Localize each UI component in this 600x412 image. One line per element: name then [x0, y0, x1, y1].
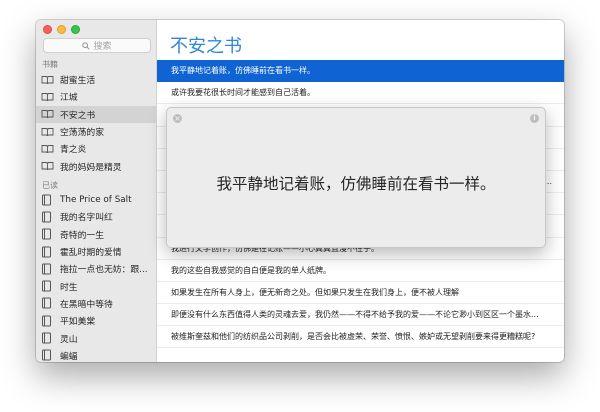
- popover-quote-text: 我平静地记着账，仿佛睡前在看书一样。: [216, 175, 496, 193]
- sidebar-item-books-2[interactable]: 不安之书: [36, 105, 157, 123]
- closed-book-icon: [41, 332, 54, 344]
- quote-row[interactable]: 我平静地记着账，仿佛睡前在看书一样。: [157, 60, 564, 83]
- closed-book-icon: [41, 211, 54, 223]
- sidebar-item-read-0[interactable]: The Price of Salt: [36, 191, 157, 208]
- closed-book-icon: [41, 246, 54, 258]
- sidebar-item-label: 平如美棠: [60, 317, 96, 328]
- sidebar-item-label: 蝙蝠: [60, 351, 78, 362]
- sidebar-item-label: The Price of Salt: [60, 194, 132, 205]
- book-icon: [41, 161, 54, 171]
- sidebar-item-read-1[interactable]: 我的名字叫红: [36, 208, 157, 225]
- sidebar-item-label: 青之炎: [60, 145, 87, 156]
- truncation-ellipsis: ...: [544, 177, 552, 187]
- quote-row[interactable]: 或许我要花很长时间才能感到自己活着。: [157, 82, 564, 105]
- section-title-read: 已读: [42, 181, 58, 190]
- sidebar-item-read-6[interactable]: 在黑暗中等待: [36, 295, 157, 312]
- quote-row[interactable]: 即便没有什么东西值得人类的灵魂去爱，我仍然——不得不给予我的爱——不论它渺小到区…: [157, 304, 564, 327]
- sidebar-item-label: 甜蜜生活: [60, 76, 96, 87]
- sidebar-item-read-4[interactable]: 拖拉一点也无妨：跟...: [36, 260, 157, 277]
- close-icon[interactable]: ×: [173, 114, 182, 123]
- book-icon: [41, 92, 54, 102]
- sidebar-item-label: 霍乱时期的爱情: [60, 248, 122, 259]
- sidebar-item-label: 奇特的一生: [60, 230, 104, 241]
- quote-popover: × i 我平静地记着账，仿佛睡前在看书一样。: [166, 107, 546, 248]
- sidebar-item-label: 我的妈妈是精灵: [60, 162, 122, 173]
- book-icon: [41, 144, 54, 154]
- page-title: 不安之书: [170, 36, 242, 57]
- closed-book-icon: [41, 228, 54, 240]
- closed-book-icon: [41, 194, 54, 206]
- sidebar-item-read-8[interactable]: 灵山: [36, 329, 157, 346]
- quote-row[interactable]: 如果发生在所有人身上，便无新奇之处。但如果只发生在我们身上，便不被人理解: [157, 282, 564, 305]
- sidebar-item-label: 不安之书: [60, 110, 96, 121]
- quote-text: 如果发生在所有人身上，便无新奇之处。但如果只发生在我们身上，便不被人理解: [171, 287, 459, 297]
- closed-book-icon: [41, 263, 54, 275]
- sidebar-item-label: 灵山: [60, 334, 78, 345]
- sidebar-item-read-7[interactable]: 平如美棠: [36, 312, 157, 329]
- sidebar-item-label: 拖拉一点也无妨：跟...: [60, 265, 148, 276]
- sidebar-item-books-3[interactable]: 空荡荡的家: [36, 123, 157, 140]
- sidebar-item-read-2[interactable]: 奇特的一生: [36, 226, 157, 243]
- sidebar-item-books-5[interactable]: 我的妈妈是精灵: [36, 157, 157, 174]
- zoom-window-button[interactable]: [71, 25, 80, 34]
- sidebar-item-read-5[interactable]: 时生: [36, 277, 157, 294]
- search-placeholder: 搜索: [93, 42, 112, 52]
- section-title-books: 书籍: [42, 60, 58, 69]
- book-icon: [41, 109, 54, 119]
- closed-book-icon: [41, 315, 54, 327]
- sidebar-item-label: 时生: [60, 282, 78, 293]
- book-icon: [41, 127, 54, 137]
- sidebar-item-books-1[interactable]: 江城: [36, 88, 157, 105]
- search-input[interactable]: 搜索: [43, 38, 151, 53]
- closed-book-icon: [41, 349, 54, 361]
- window-controls: [43, 25, 80, 34]
- info-icon[interactable]: i: [530, 114, 539, 123]
- sidebar-item-read-3[interactable]: 霍乱时期的爱情: [36, 243, 157, 260]
- sidebar-item-books-4[interactable]: 青之炎: [36, 140, 157, 157]
- sidebar-item-read-9[interactable]: 蝙蝠: [36, 347, 157, 362]
- quote-text: 或许我要花很长时间才能感到自己活着。: [171, 88, 315, 98]
- closed-book-icon: [41, 297, 54, 309]
- sidebar-item-label: 空荡荡的家: [60, 128, 104, 139]
- close-window-button[interactable]: [43, 25, 52, 34]
- minimize-window-button[interactable]: [57, 25, 66, 34]
- sidebar-item-label: 江城: [60, 93, 78, 104]
- quote-text: 我的这些自我感觉的自白便是我的单人纸牌。: [171, 265, 331, 275]
- quote-text: 被维斯奎兹和他们的纺织品公司剥削，是否会比被虚荣、荣誉、愤恨、嫉妒或无望剥削要来…: [171, 332, 536, 342]
- book-icon: [41, 75, 54, 85]
- closed-book-icon: [41, 280, 54, 292]
- read-list: The Price of Salt 我的名字叫红 奇特的一生霍乱时期的爱情拖拉一点也…: [36, 191, 157, 362]
- sidebar: 搜索 书籍 甜蜜生活江城不安之书空荡荡的家青之炎我的妈妈是精灵 已读 The P…: [36, 20, 157, 362]
- quote-text: 我平静地记着账，仿佛睡前在看书一样。: [171, 66, 315, 76]
- sidebar-item-label: 我的名字叫红: [60, 213, 113, 224]
- quote-row[interactable]: 我的这些自我感觉的自白便是我的单人纸牌。: [157, 260, 564, 282]
- books-list: 甜蜜生活江城不安之书空荡荡的家青之炎我的妈妈是精灵: [36, 71, 157, 175]
- sidebar-item-books-0[interactable]: 甜蜜生活: [36, 71, 157, 88]
- quote-text: 即便没有什么东西值得人类的灵魂去爱，我仍然——不得不给予我的爱——不论它渺小到区…: [171, 310, 539, 320]
- search-icon: [82, 41, 91, 50]
- sidebar-item-label: 在黑暗中等待: [60, 299, 113, 310]
- quote-row[interactable]: 被维斯奎兹和他们的纺织品公司剥削，是否会比被虚荣、荣誉、愤恨、嫉妒或无望剥削要来…: [157, 326, 564, 349]
